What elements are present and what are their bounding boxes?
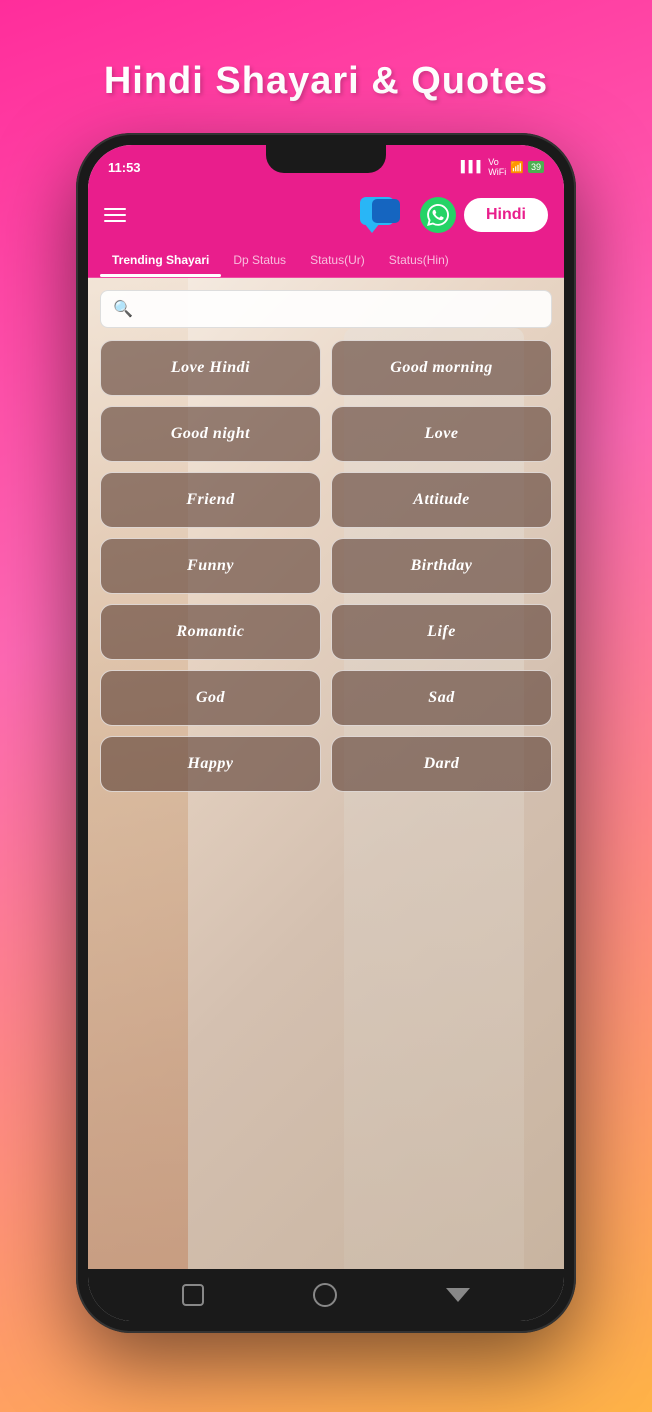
phone-screen: 11:53 ▌▌▌ VoWiFi 📶 39 (88, 145, 564, 1321)
tab-status-ur[interactable]: Status(Ur) (298, 245, 377, 277)
signal-icon: ▌▌▌ (461, 161, 484, 173)
hindi-button[interactable]: Hindi (464, 198, 548, 232)
category-friend[interactable]: Friend (100, 472, 321, 528)
home-bar (88, 1269, 564, 1321)
tab-trending-shayari[interactable]: Trending Shayari (100, 245, 221, 277)
app-title: Hindi Shayari & Quotes (104, 60, 548, 103)
category-love[interactable]: Love (331, 406, 552, 462)
hamburger-line1 (104, 208, 126, 210)
hamburger-line2 (104, 214, 126, 216)
search-bar-wrapper: 🔍 (100, 290, 552, 328)
hamburger-line3 (104, 220, 126, 222)
search-bar[interactable]: 🔍 (100, 290, 552, 328)
category-romantic[interactable]: Romantic (100, 604, 321, 660)
category-dard[interactable]: Dard (331, 736, 552, 792)
tab-bar: Trending Shayari Dp Status Status(Ur) St… (88, 245, 564, 278)
search-icon: 🔍 (113, 299, 133, 319)
category-funny[interactable]: Funny (100, 538, 321, 594)
battery-badge: 39 (528, 161, 544, 173)
status-time: 11:53 (108, 160, 141, 175)
category-good-morning[interactable]: Good morning (331, 340, 552, 396)
home-square-button[interactable] (182, 1284, 204, 1306)
category-life[interactable]: Life (331, 604, 552, 660)
search-input[interactable] (141, 301, 539, 317)
hamburger-menu[interactable] (104, 208, 126, 222)
category-god[interactable]: God (100, 670, 321, 726)
category-sad[interactable]: Sad (331, 670, 552, 726)
category-birthday[interactable]: Birthday (331, 538, 552, 594)
home-back-button[interactable] (446, 1288, 470, 1302)
category-love-hindi[interactable]: Love Hindi (100, 340, 321, 396)
status-icons: ▌▌▌ VoWiFi 📶 39 (461, 157, 544, 177)
tab-status-hin[interactable]: Status(Hin) (377, 245, 461, 277)
phone-shell: 11:53 ▌▌▌ VoWiFi 📶 39 (76, 133, 576, 1333)
category-attitude[interactable]: Attitude (331, 472, 552, 528)
category-happy[interactable]: Happy (100, 736, 321, 792)
tab-dp-status[interactable]: Dp Status (221, 245, 298, 277)
home-circle-button[interactable] (313, 1283, 337, 1307)
notch (266, 145, 386, 173)
whatsapp-icon[interactable] (420, 197, 456, 233)
vowifi-icon: VoWiFi (488, 157, 506, 177)
status-bar: 11:53 ▌▌▌ VoWiFi 📶 39 (88, 145, 564, 189)
nav-icons: Hindi (360, 197, 548, 233)
category-good-night[interactable]: Good night (100, 406, 321, 462)
categories-grid: Love Hindi Good morning Good night Love … (88, 336, 564, 804)
top-nav: Hindi (88, 189, 564, 245)
chat-icon[interactable] (360, 197, 412, 233)
content-area: 🔍 Love Hindi Good morning Good night Lov… (88, 278, 564, 1269)
wifi-icon: 📶 (510, 161, 524, 174)
